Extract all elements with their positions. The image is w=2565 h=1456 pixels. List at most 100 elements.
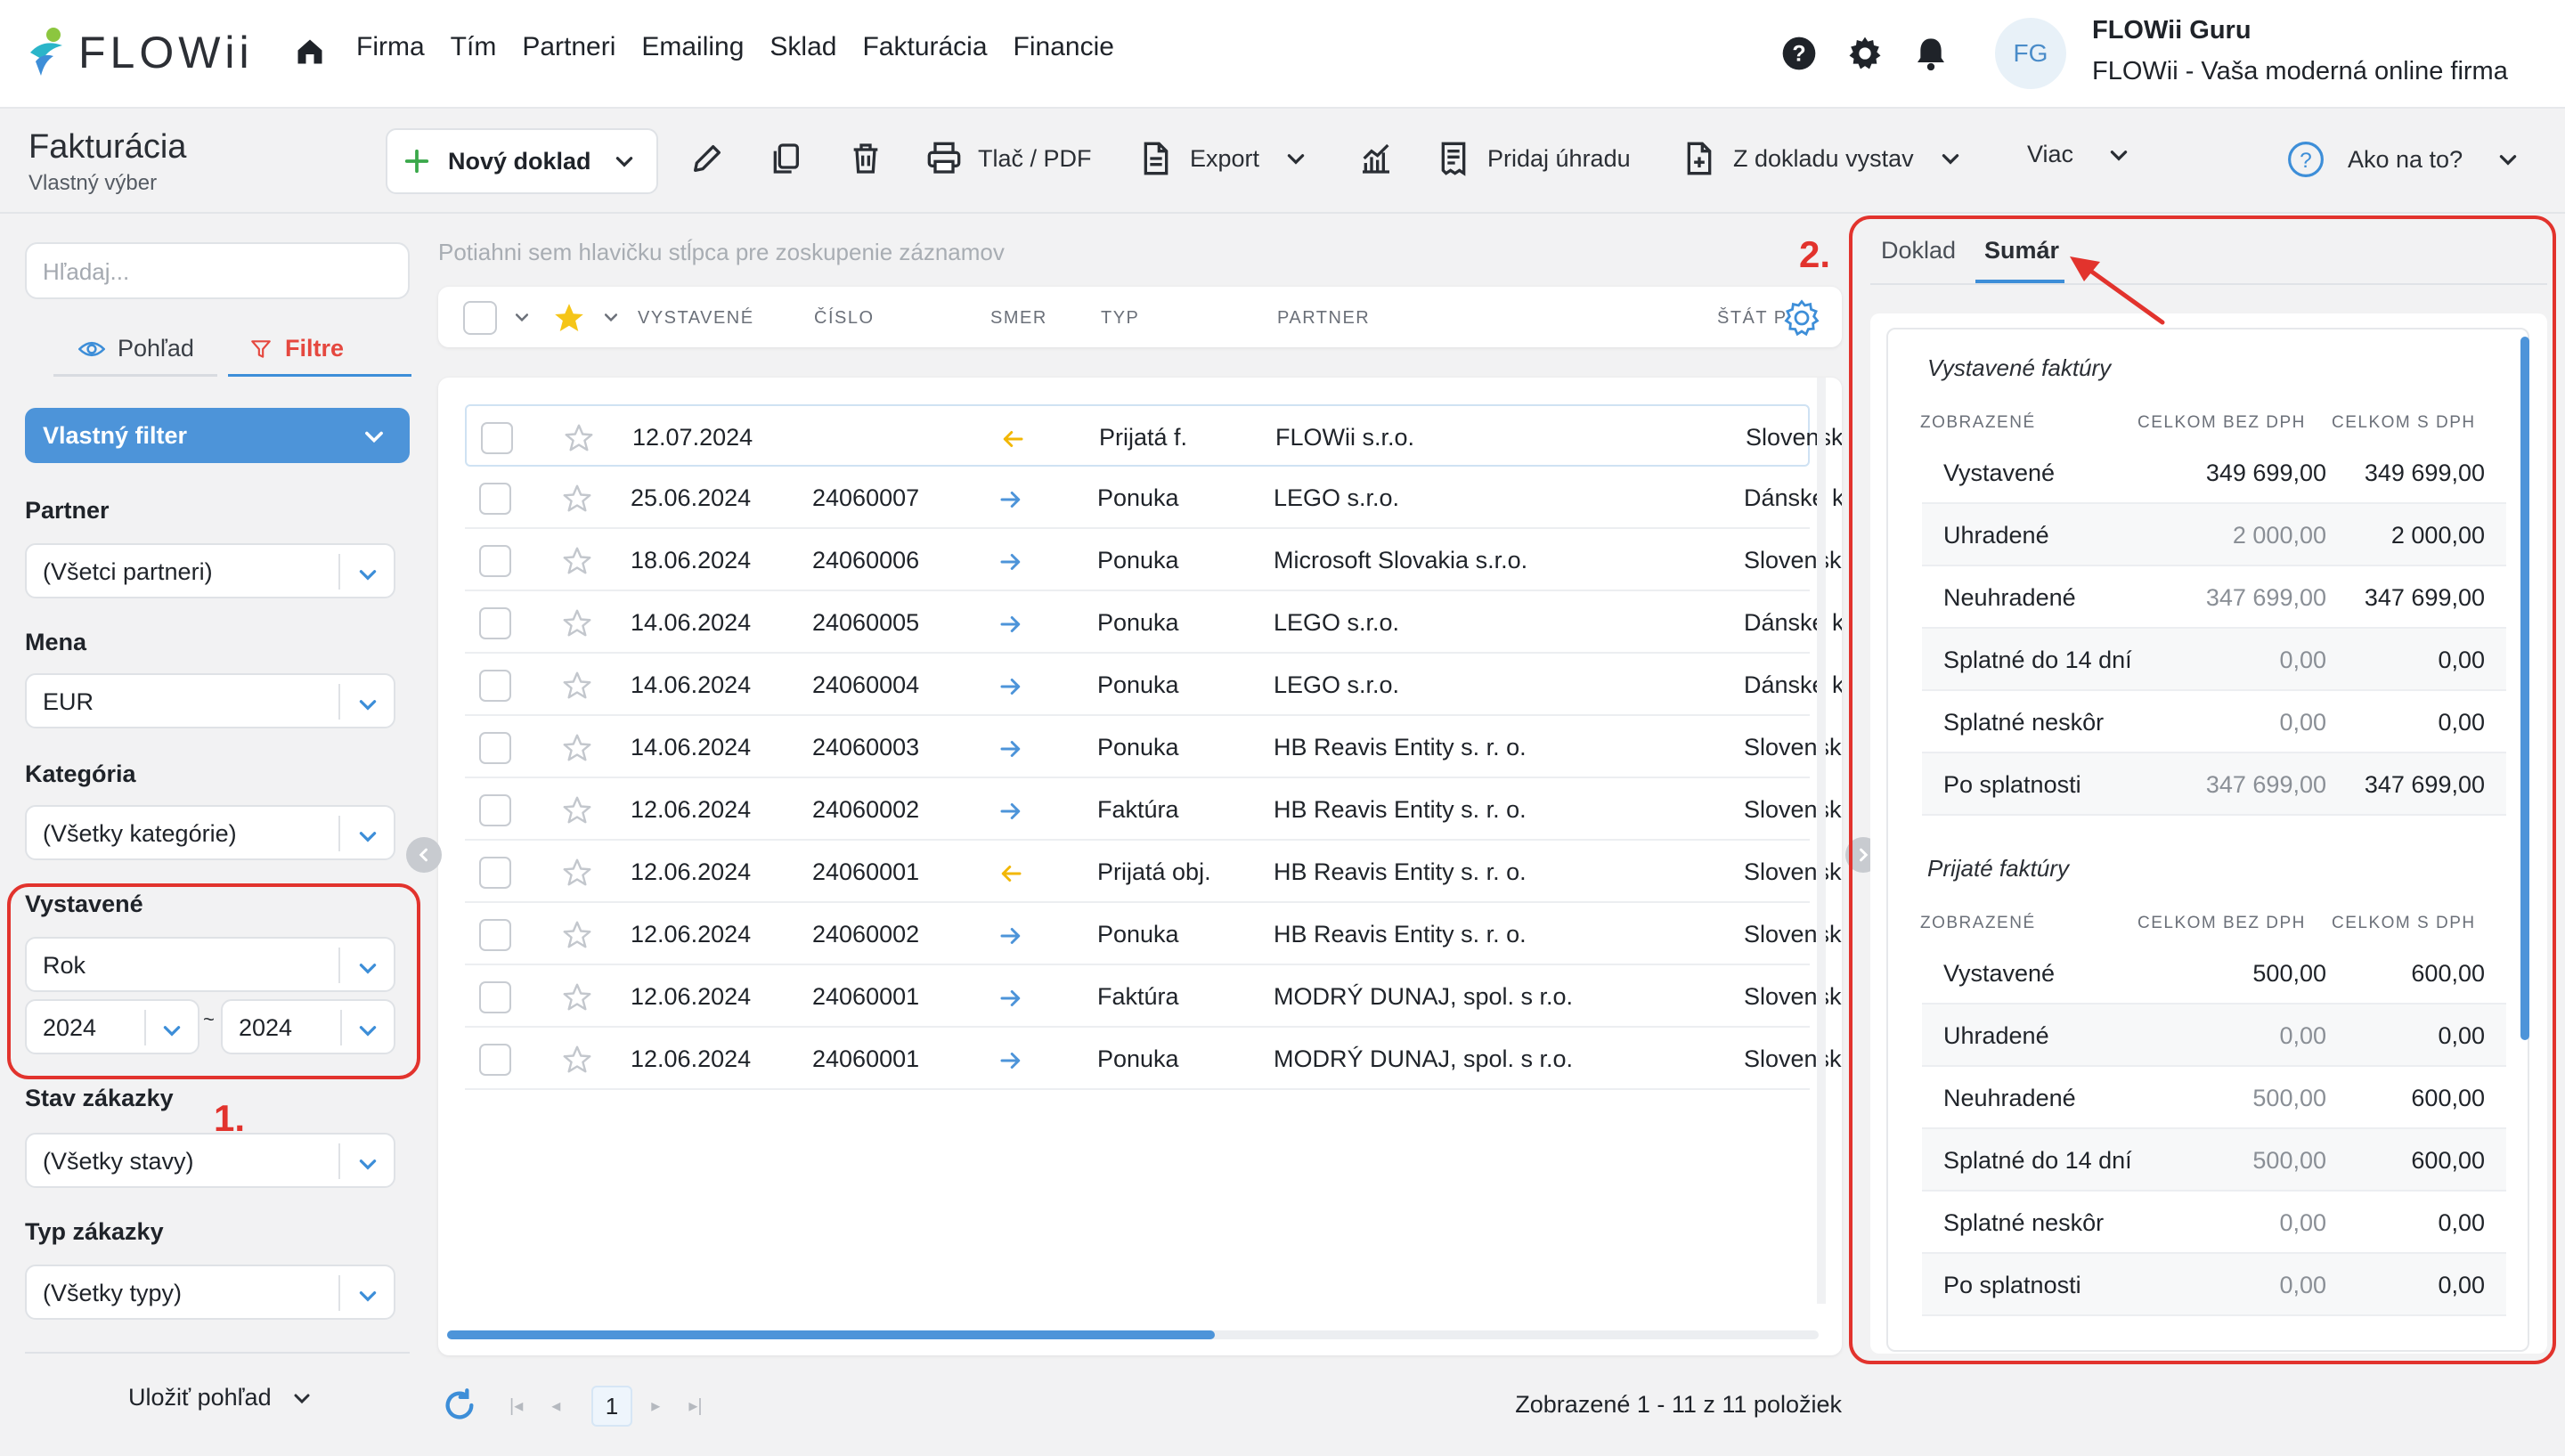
tab-filters-label: Filtre (285, 335, 345, 362)
star-icon[interactable] (561, 670, 593, 702)
table-row[interactable]: 12.06.2024 24060001 Ponuka MODRÝ DUNAJ, spo… (465, 1028, 1842, 1090)
star-icon[interactable] (561, 794, 593, 826)
table-row[interactable]: 25.06.2024 24060007 Ponuka LEGO s.r.o. Dánsk… (465, 467, 1842, 529)
order-type-select[interactable]: (Všetky typy) (25, 1265, 395, 1320)
from-document-button[interactable]: Z dokladu vystav (1682, 141, 1962, 176)
document-icon (1144, 142, 1168, 175)
column-header-partner[interactable]: PARTNER (1277, 308, 1370, 329)
table-row[interactable]: 12.07.2024 Prijatá f. FLOWii s.r.o. Slovens… (465, 404, 1842, 467)
star-icon[interactable] (561, 545, 593, 577)
table-row[interactable]: 18.06.2024 24060006 Ponuka Microsoft Slovak… (465, 529, 1842, 591)
category-select[interactable]: (Všetky kategórie) (25, 805, 395, 860)
star-icon[interactable] (561, 1044, 593, 1076)
select-all-checkbox[interactable] (463, 301, 497, 335)
horizontal-scrollbar-thumb[interactable] (447, 1330, 1215, 1339)
next-page-button[interactable]: ▸ (651, 1395, 660, 1417)
nav-item-firma[interactable]: Firma (356, 32, 425, 62)
star-icon[interactable] (561, 981, 593, 1013)
column-header-country[interactable]: ŠTÁT P (1717, 308, 1787, 329)
table-row[interactable]: 14.06.2024 24060003 Ponuka HB Reavis Entity… (465, 716, 1842, 778)
row-checkbox[interactable] (479, 732, 511, 764)
order-state-select[interactable]: (Všetky stavy) (25, 1133, 395, 1188)
column-settings-gear-icon[interactable] (1783, 299, 1820, 337)
nav-item-financie[interactable]: Financie (1014, 32, 1114, 62)
star-icon[interactable] (561, 857, 593, 889)
chevron-down-icon (1287, 154, 1305, 165)
partner-select[interactable]: (Všetci partneri) (25, 543, 395, 598)
bell-icon[interactable] (1913, 36, 1949, 71)
column-header-direction[interactable]: SMER (990, 308, 1047, 329)
tab-view[interactable]: Pohľad (78, 335, 194, 362)
cell-issued: 12.06.2024 (631, 921, 752, 948)
row-checkbox[interactable] (479, 670, 511, 702)
star-icon[interactable] (561, 607, 593, 639)
row-checkbox[interactable] (479, 981, 511, 1013)
refresh-icon[interactable] (442, 1387, 477, 1423)
chevron-down-icon[interactable] (513, 308, 531, 326)
star-icon[interactable] (552, 301, 586, 335)
table-row[interactable]: 14.06.2024 24060004 Ponuka LEGO s.r.o. Dánsk… (465, 654, 1842, 716)
column-header-issued[interactable]: VYSTAVENÉ (638, 308, 754, 329)
column-header-type[interactable]: TYP (1101, 308, 1139, 329)
row-checkbox[interactable] (479, 483, 511, 515)
table-row[interactable]: 12.06.2024 24060001 Faktúra MODRÝ DUNAJ, sp… (465, 965, 1842, 1028)
star-icon[interactable] (561, 732, 593, 764)
table-row[interactable]: 12.06.2024 24060002 Ponuka HB Reavis Entity… (465, 903, 1842, 965)
new-document-button[interactable]: Nový doklad (386, 128, 658, 194)
nav-item-partneri[interactable]: Partneri (522, 32, 615, 62)
row-checkbox[interactable] (479, 1044, 511, 1076)
add-payment-button[interactable]: Pridaj úhradu (1436, 141, 1631, 176)
star-icon[interactable] (561, 483, 593, 515)
nav-item-fakturacia[interactable]: Fakturácia (862, 32, 987, 62)
group-by-hint[interactable]: Potiahni sem hlavičku stĺpca pre zoskupe… (438, 239, 1005, 266)
cell-partner: Microsoft Slovakia s.r.o. (1274, 547, 1528, 573)
print-pdf-button[interactable]: Tlač / PDF (926, 141, 1092, 176)
chevron-down-icon[interactable] (602, 308, 620, 326)
custom-filter-dropdown[interactable]: Vlastný filter (25, 408, 410, 463)
chevron-down-icon (365, 431, 383, 443)
nav-item-sklad[interactable]: Sklad (770, 32, 836, 62)
table-row[interactable]: 14.06.2024 24060005 Ponuka LEGO s.r.o. Dánsk… (465, 591, 1842, 654)
home-icon[interactable] (294, 36, 326, 68)
row-checkbox[interactable] (481, 422, 513, 454)
gear-icon[interactable] (1847, 36, 1883, 71)
table-row[interactable]: 12.06.2024 24060002 Faktúra HB Reavis Entit… (465, 778, 1842, 841)
table-row[interactable]: 12.06.2024 24060001 Prijatá obj. HB Reavis … (465, 841, 1842, 903)
star-icon[interactable] (563, 422, 595, 454)
help-icon[interactable]: ? (1781, 36, 1817, 71)
currency-select[interactable]: EUR (25, 673, 395, 728)
first-page-button[interactable]: |◂ (509, 1395, 523, 1417)
column-header-number[interactable]: ČÍSLO (814, 308, 875, 329)
row-checkbox[interactable] (479, 857, 511, 889)
duplicate-button[interactable] (768, 141, 803, 176)
last-page-button[interactable]: ▸| (688, 1395, 702, 1417)
page-number-button[interactable]: 1 (591, 1386, 632, 1427)
cell-issued: 12.06.2024 (631, 1045, 752, 1072)
save-view-button[interactable]: Uložiť pohľad (128, 1384, 313, 1411)
edit-button[interactable] (689, 141, 725, 176)
statistics-button[interactable] (1357, 141, 1395, 176)
arrow-right-icon (1000, 679, 1021, 695)
row-checkbox[interactable] (479, 919, 511, 951)
star-icon[interactable] (561, 919, 593, 951)
select-divider (338, 554, 340, 590)
pencil-icon (694, 145, 721, 172)
export-button[interactable]: Export (1138, 141, 1307, 176)
more-button[interactable]: Viac (2027, 141, 2130, 168)
how-to-button[interactable]: ? Ako na to? (2287, 141, 2520, 178)
nav-item-tim[interactable]: Tím (451, 32, 497, 62)
logo[interactable]: FLOWii (27, 23, 254, 82)
row-checkbox[interactable] (479, 545, 511, 577)
avatar[interactable]: FG (1995, 18, 2066, 89)
delete-button[interactable] (848, 141, 884, 176)
row-checkbox[interactable] (479, 607, 511, 639)
nav-item-emailing[interactable]: Emailing (641, 32, 744, 62)
chevron-left-icon (419, 848, 428, 862)
collapse-sidebar-handle[interactable] (406, 837, 442, 873)
tab-filters[interactable]: Filtre (249, 335, 344, 362)
prev-page-button[interactable]: ◂ (551, 1395, 560, 1417)
row-checkbox[interactable] (479, 794, 511, 826)
vertical-scrollbar[interactable] (1817, 378, 1826, 1304)
cell-country: Dánske k (1744, 609, 1842, 636)
search-input[interactable]: Hľadaj... (25, 242, 410, 299)
